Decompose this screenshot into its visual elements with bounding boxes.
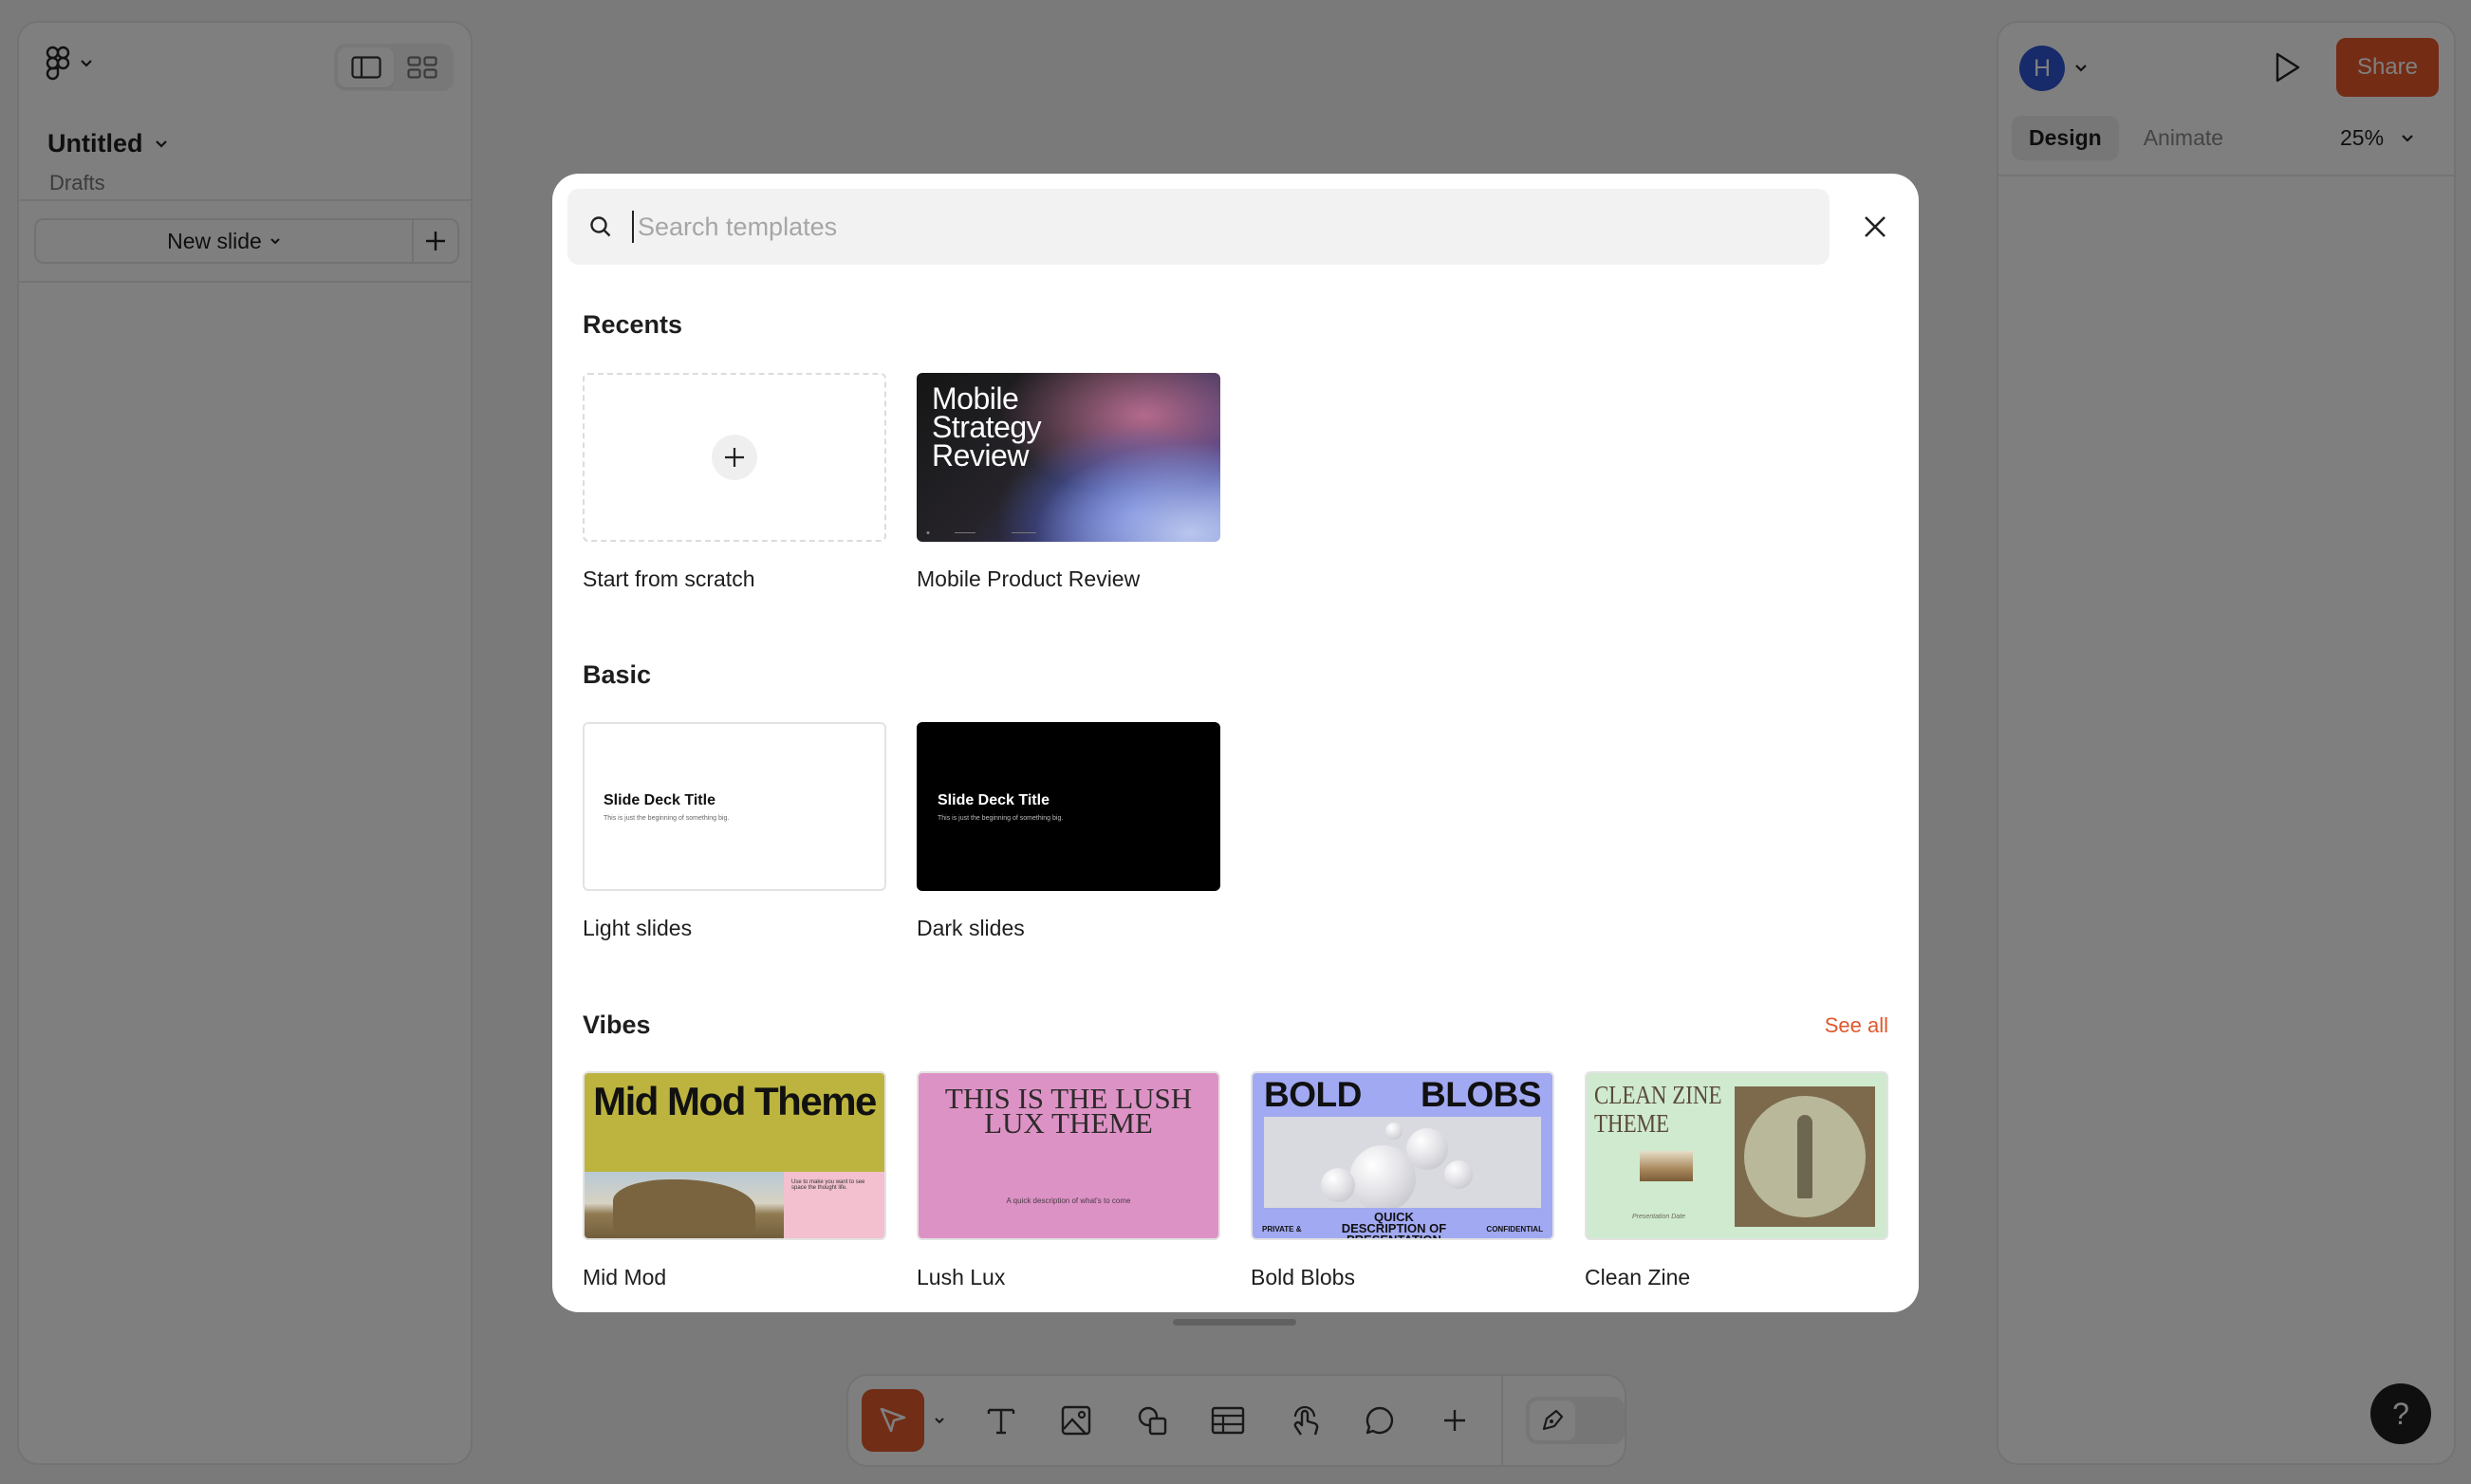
thumbnail-footer-marks (926, 531, 1036, 534)
thumbnail-title: THIS IS THE LUSH LUX THEME (944, 1082, 1193, 1140)
template-card-bold-blobs[interactable]: BOLD BLOBS PRIVATE & QUICK DESCRIPTION O… (1251, 1071, 1554, 1289)
template-card-lush-lux[interactable]: THIS IS THE LUSH LUX THEME A quick descr… (917, 1071, 1220, 1289)
thumbnail-blobs-image (1264, 1117, 1541, 1208)
template-thumbnail: Mid Mod Theme Use to make you want to se… (583, 1071, 886, 1240)
template-thumbnail: THIS IS THE LUSH LUX THEME A quick descr… (917, 1071, 1220, 1240)
template-card-mid-mod[interactable]: Mid Mod Theme Use to make you want to se… (583, 1071, 886, 1289)
thumbnail-subtitle: This is just the beginning of something … (604, 815, 730, 822)
template-card-label: Clean Zine (1585, 1265, 1691, 1289)
thumbnail-title-left: BOLD (1264, 1075, 1362, 1114)
template-card-label: Lush Lux (917, 1265, 1006, 1289)
thumbnail-title: Slide Deck Title (938, 792, 1050, 808)
thumbnail-footer-left: PRIVATE & (1262, 1224, 1302, 1234)
section-title-basic: Basic (583, 660, 652, 689)
blob-shape (1406, 1128, 1448, 1170)
template-card-mobile-product-review[interactable]: Mobile Strategy Review Mobile Product Re… (917, 373, 1220, 591)
template-card-start-from-scratch[interactable]: Start from scratch (583, 373, 886, 591)
blob-shape (1444, 1160, 1473, 1189)
close-icon (1863, 214, 1887, 239)
template-thumbnail: Slide Deck Title This is just the beginn… (917, 722, 1220, 891)
template-card-label: Dark slides (917, 916, 1025, 940)
template-card-dark-slides[interactable]: Slide Deck Title This is just the beginn… (917, 722, 1220, 940)
template-thumbnail: Mobile Strategy Review (917, 373, 1220, 542)
thumbnail-footer-right: CONFIDENTIAL (1486, 1224, 1543, 1234)
thumbnail-title: Mid Mod Theme (593, 1079, 877, 1123)
template-search-bar (567, 189, 1830, 265)
blob-shape (1385, 1122, 1403, 1140)
blob-shape (1349, 1145, 1416, 1208)
thumbnail-subtitle: Presentation Date (1632, 1214, 1686, 1220)
section-title-vibes: Vibes (583, 1011, 651, 1039)
thumbnail-footer: PRIVATE & QUICK DESCRIPTION OF PRESENTAT… (1262, 1210, 1543, 1240)
template-picker-modal: Recents Start from scratch Mobile Strate… (552, 174, 1919, 1312)
search-icon (588, 214, 613, 239)
see-all-link[interactable]: See all (1825, 1013, 1888, 1038)
template-card-label: Bold Blobs (1251, 1265, 1355, 1289)
template-card-label: Light slides (583, 916, 693, 940)
section-title-recents: Recents (583, 310, 683, 339)
template-thumbnail (583, 373, 886, 542)
template-thumbnail: BOLD BLOBS PRIVATE & QUICK DESCRIPTION O… (1251, 1071, 1554, 1240)
thumbnail-title: CLEAN ZINE THEME (1594, 1081, 1722, 1138)
close-modal-button[interactable] (1856, 208, 1894, 246)
thumbnail-subtitle: Use to make you want to see space the th… (791, 1179, 865, 1191)
thumbnail-footer-middle: QUICK DESCRIPTION OF PRESENTATION (1341, 1210, 1447, 1240)
thumbnail-subtitle: A quick description of what's to come (1006, 1196, 1131, 1205)
template-card-label: Mid Mod (583, 1265, 667, 1289)
template-card-light-slides[interactable]: Slide Deck Title This is just the beginn… (583, 722, 886, 940)
modal-scroll-handle[interactable] (1173, 1319, 1296, 1326)
plus-icon (712, 435, 757, 480)
thumbnail-figure-shape (1797, 1115, 1812, 1198)
template-thumbnail: CLEAN ZINE THEME Presentation Date (1585, 1071, 1888, 1240)
blob-shape (1321, 1168, 1355, 1202)
thumbnail-subtitle: This is just the beginning of something … (938, 815, 1064, 822)
template-search-input[interactable] (632, 211, 1771, 243)
thumbnail-title-right: BLOBS (1421, 1075, 1542, 1114)
thumbnail-title: Slide Deck Title (604, 792, 715, 808)
thumbnail-header: BOLD BLOBS (1264, 1075, 1542, 1115)
thumbnail-bowl-image (1640, 1151, 1693, 1181)
template-card-label: Start from scratch (583, 566, 755, 591)
thumbnail-title: Mobile Strategy Review (932, 381, 1042, 473)
template-card-clean-zine[interactable]: CLEAN ZINE THEME Presentation Date Clean… (1585, 1071, 1888, 1289)
template-thumbnail: Slide Deck Title This is just the beginn… (583, 722, 886, 891)
template-card-label: Mobile Product Review (917, 566, 1141, 591)
